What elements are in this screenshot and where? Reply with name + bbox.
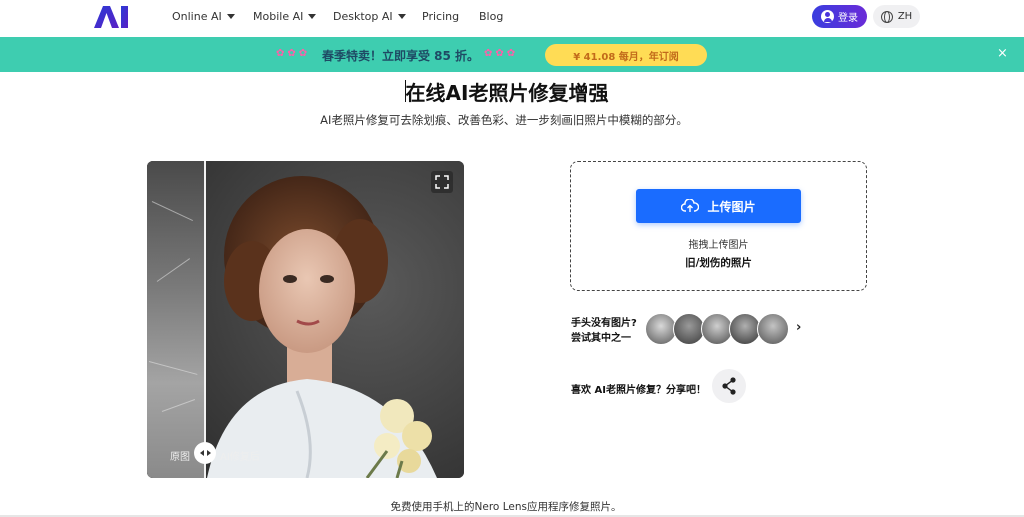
cloud-upload-icon bbox=[681, 199, 700, 212]
nav-desktop-ai[interactable]: Desktop AI bbox=[333, 10, 406, 23]
nav-mobile-ai[interactable]: Mobile AI bbox=[253, 10, 317, 23]
logo[interactable] bbox=[94, 6, 130, 28]
share-icon bbox=[722, 377, 736, 395]
nav-online-ai-label: Online AI bbox=[172, 10, 222, 23]
offer-button[interactable]: ¥ 41.08 每月，年订阅 bbox=[545, 44, 707, 66]
expand-button[interactable] bbox=[431, 171, 453, 193]
language-button[interactable]: ZH bbox=[873, 5, 920, 28]
nav-online-ai[interactable]: Online AI bbox=[172, 10, 235, 23]
share-button[interactable] bbox=[712, 369, 746, 403]
nav-blog-label: Blog bbox=[479, 10, 504, 23]
before-label: 原图 bbox=[170, 452, 190, 463]
page-subtitle: AI老照片修复可去除划痕、改善色彩、进一步刻画旧照片中模糊的部分。 bbox=[320, 113, 688, 127]
sample-thumbnail[interactable] bbox=[757, 313, 789, 345]
nav-blog[interactable]: Blog bbox=[479, 10, 503, 23]
compare-divider[interactable] bbox=[204, 161, 206, 478]
original-image-strip bbox=[147, 161, 204, 478]
share-text: 喜欢 AI老照片修复？分享吧！ bbox=[571, 385, 706, 396]
login-label: 登录 bbox=[838, 13, 858, 24]
page-title: 在线AI老照片修复增强 bbox=[405, 81, 609, 105]
chevron-down-icon bbox=[397, 14, 406, 19]
footer-note: 免费使用手机上的Nero Lens应用程序修复照片。 bbox=[390, 501, 622, 513]
sample-prompt-line1: 手头没有图片? bbox=[571, 318, 637, 329]
nav-mobile-ai-label: Mobile AI bbox=[253, 10, 304, 23]
text-cursor bbox=[405, 80, 406, 102]
upload-dropzone[interactable] bbox=[570, 161, 867, 291]
before-after-compare[interactable]: 原图 AI修复后 bbox=[147, 161, 464, 478]
flower-icon: ✿✿✿ bbox=[276, 48, 311, 59]
offer-button-label: ¥ 41.08 每月，年订阅 bbox=[573, 51, 679, 63]
language-label: ZH bbox=[897, 11, 913, 22]
upload-button-label: 上传图片 bbox=[707, 199, 756, 214]
chevron-down-icon bbox=[226, 14, 235, 19]
upload-subtext: 旧/划伤的照片 bbox=[685, 257, 752, 269]
drag-hint: 拖拽上传图片 bbox=[688, 240, 749, 251]
user-icon bbox=[821, 10, 834, 23]
sample-prompt-line2: 尝试其中之一 bbox=[571, 333, 631, 344]
globe-icon bbox=[880, 10, 893, 23]
arrow-right-icon bbox=[206, 450, 211, 456]
login-button[interactable]: 登录 bbox=[812, 5, 867, 28]
after-label: AI修复后 bbox=[220, 452, 260, 463]
close-icon[interactable]: × bbox=[997, 47, 1008, 60]
compare-slider-handle[interactable] bbox=[194, 442, 216, 464]
flower-icon: ✿✿✿ bbox=[484, 48, 519, 59]
nav-desktop-ai-label: Desktop AI bbox=[333, 10, 393, 23]
expand-icon bbox=[435, 175, 449, 189]
sample-prompt: 手头没有图片? 尝试其中之一 bbox=[571, 316, 637, 346]
top-nav: Online AI Mobile AI Desktop AI Pricing B… bbox=[0, 0, 1024, 37]
nav-pricing[interactable]: Pricing bbox=[422, 10, 459, 23]
nav-pricing-label: Pricing bbox=[422, 10, 460, 23]
arrow-left-icon bbox=[199, 450, 204, 456]
chevron-right-icon[interactable]: › bbox=[796, 320, 801, 335]
chevron-down-icon bbox=[308, 14, 317, 19]
promo-text: 春季特卖！立即享受 85 折。 bbox=[322, 49, 480, 63]
upload-button[interactable]: 上传图片 bbox=[636, 189, 801, 223]
